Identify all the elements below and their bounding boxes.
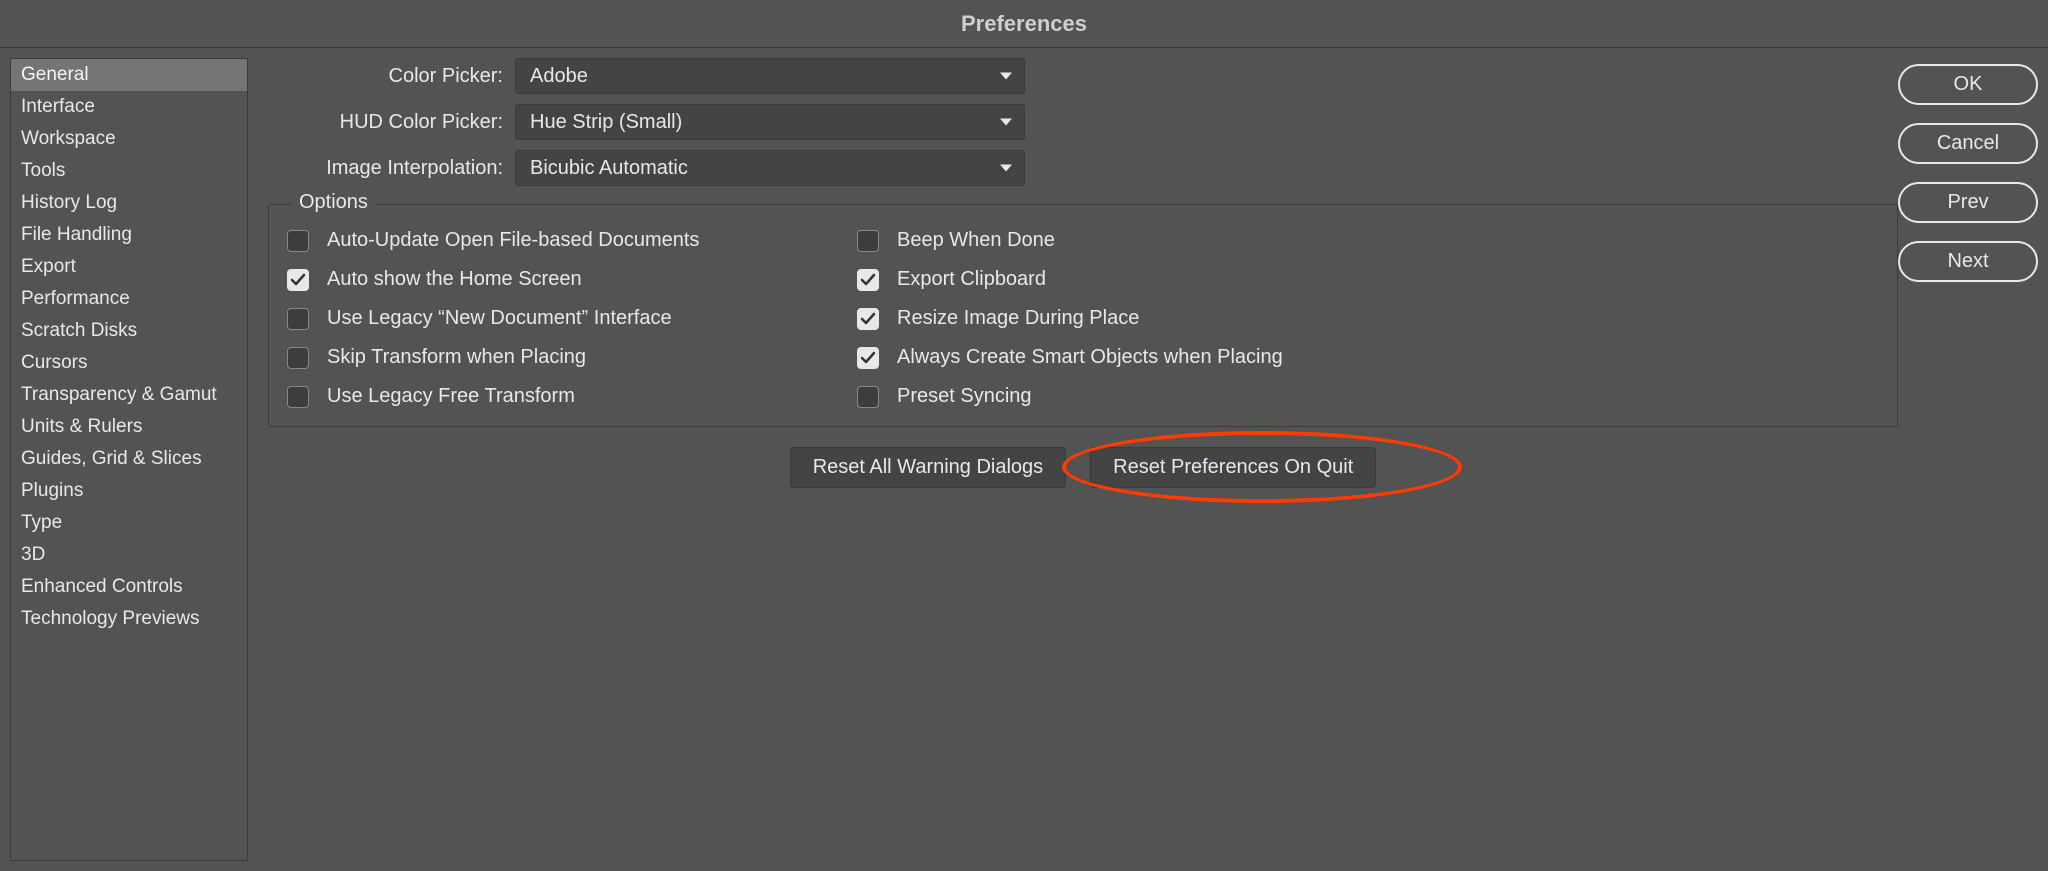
- option-row: Beep When Done: [857, 229, 1879, 252]
- option-checkbox[interactable]: [857, 230, 879, 252]
- option-label: Always Create Smart Objects when Placing: [897, 346, 1283, 369]
- image-interpolation-dropdown[interactable]: Bicubic Automatic: [515, 150, 1025, 186]
- option-label: Auto-Update Open File-based Documents: [327, 229, 699, 252]
- color-picker-row: Color Picker: Adobe: [260, 58, 1898, 94]
- reset-warning-dialogs-button[interactable]: Reset All Warning Dialogs: [790, 447, 1066, 488]
- option-row: Preset Syncing: [857, 385, 1879, 408]
- sidebar-item-tools[interactable]: Tools: [11, 155, 247, 187]
- hud-color-picker-row: HUD Color Picker: Hue Strip (Small): [260, 104, 1898, 140]
- hud-color-picker-value: Hue Strip (Small): [530, 111, 682, 134]
- sidebar-item-transparency-gamut[interactable]: Transparency & Gamut: [11, 379, 247, 411]
- option-checkbox[interactable]: [287, 308, 309, 330]
- option-row: Always Create Smart Objects when Placing: [857, 346, 1879, 369]
- option-checkbox[interactable]: [857, 269, 879, 291]
- options-fieldset: Options Auto-Update Open File-based Docu…: [268, 204, 1898, 427]
- sidebar-item-type[interactable]: Type: [11, 507, 247, 539]
- color-picker-label: Color Picker:: [260, 65, 515, 88]
- hud-color-picker-label: HUD Color Picker:: [260, 111, 515, 134]
- main-panel: Color Picker: Adobe HUD Color Picker: Hu…: [260, 58, 1898, 861]
- next-button[interactable]: Next: [1898, 241, 2038, 282]
- reset-button-row: Reset All Warning Dialogs Reset Preferen…: [268, 447, 1898, 488]
- image-interpolation-row: Image Interpolation: Bicubic Automatic: [260, 150, 1898, 186]
- ok-button[interactable]: OK: [1898, 64, 2038, 105]
- option-checkbox[interactable]: [287, 230, 309, 252]
- option-checkbox[interactable]: [857, 308, 879, 330]
- option-checkbox[interactable]: [857, 386, 879, 408]
- color-picker-value: Adobe: [530, 65, 588, 88]
- option-checkbox[interactable]: [857, 347, 879, 369]
- option-label: Auto show the Home Screen: [327, 268, 582, 291]
- option-label: Export Clipboard: [897, 268, 1046, 291]
- chevron-down-icon: [1000, 119, 1012, 126]
- option-row: Use Legacy Free Transform: [287, 385, 857, 408]
- option-checkbox[interactable]: [287, 386, 309, 408]
- option-row: Resize Image During Place: [857, 307, 1879, 330]
- sidebar-item-export[interactable]: Export: [11, 251, 247, 283]
- option-label: Preset Syncing: [897, 385, 1032, 408]
- color-picker-dropdown[interactable]: Adobe: [515, 58, 1025, 94]
- sidebar-item-interface[interactable]: Interface: [11, 91, 247, 123]
- option-label: Use Legacy Free Transform: [327, 385, 575, 408]
- option-checkbox[interactable]: [287, 347, 309, 369]
- sidebar-item-technology-previews[interactable]: Technology Previews: [11, 603, 247, 635]
- sidebar-item-plugins[interactable]: Plugins: [11, 475, 247, 507]
- option-row: Export Clipboard: [857, 268, 1879, 291]
- option-label: Use Legacy “New Document” Interface: [327, 307, 672, 330]
- hud-color-picker-dropdown[interactable]: Hue Strip (Small): [515, 104, 1025, 140]
- options-legend: Options: [291, 191, 376, 214]
- sidebar-item-scratch-disks[interactable]: Scratch Disks: [11, 315, 247, 347]
- prev-button[interactable]: Prev: [1898, 182, 2038, 223]
- sidebar-item-performance[interactable]: Performance: [11, 283, 247, 315]
- option-row: Skip Transform when Placing: [287, 346, 857, 369]
- option-row: Use Legacy “New Document” Interface: [287, 307, 857, 330]
- option-label: Beep When Done: [897, 229, 1055, 252]
- option-label: Resize Image During Place: [897, 307, 1139, 330]
- window-titlebar: Preferences: [0, 0, 2048, 48]
- sidebar-item-cursors[interactable]: Cursors: [11, 347, 247, 379]
- sidebar-item-workspace[interactable]: Workspace: [11, 123, 247, 155]
- sidebar-item-general[interactable]: General: [11, 59, 247, 91]
- window-title: Preferences: [961, 11, 1087, 37]
- image-interpolation-value: Bicubic Automatic: [530, 157, 688, 180]
- option-label: Skip Transform when Placing: [327, 346, 586, 369]
- reset-prefs-on-quit-button[interactable]: Reset Preferences On Quit: [1090, 447, 1376, 488]
- sidebar-item-3d[interactable]: 3D: [11, 539, 247, 571]
- action-button-panel: OK Cancel Prev Next: [1898, 58, 2038, 861]
- cancel-button[interactable]: Cancel: [1898, 123, 2038, 164]
- option-checkbox[interactable]: [287, 269, 309, 291]
- sidebar-item-history-log[interactable]: History Log: [11, 187, 247, 219]
- sidebar-item-guides-grid-slices[interactable]: Guides, Grid & Slices: [11, 443, 247, 475]
- options-grid: Auto-Update Open File-based Documents Bee…: [287, 229, 1879, 408]
- chevron-down-icon: [1000, 165, 1012, 172]
- sidebar-item-enhanced-controls[interactable]: Enhanced Controls: [11, 571, 247, 603]
- option-row: Auto show the Home Screen: [287, 268, 857, 291]
- category-sidebar: GeneralInterfaceWorkspaceToolsHistory Lo…: [10, 58, 248, 861]
- option-row: Auto-Update Open File-based Documents: [287, 229, 857, 252]
- sidebar-item-file-handling[interactable]: File Handling: [11, 219, 247, 251]
- content-area: GeneralInterfaceWorkspaceToolsHistory Lo…: [0, 48, 2048, 871]
- chevron-down-icon: [1000, 73, 1012, 80]
- sidebar-item-units-rulers[interactable]: Units & Rulers: [11, 411, 247, 443]
- image-interpolation-label: Image Interpolation:: [260, 157, 515, 180]
